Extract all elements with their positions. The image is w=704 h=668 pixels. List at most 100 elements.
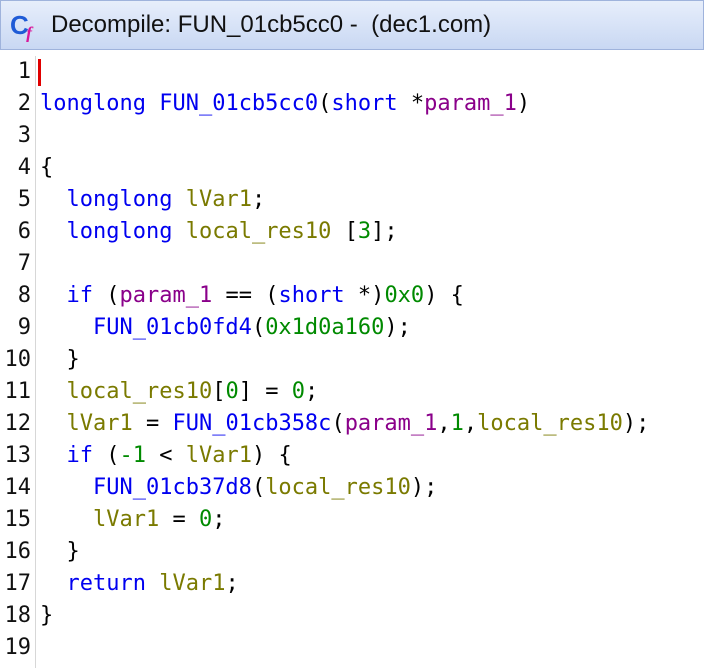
code-token[interactable]: *: [398, 91, 424, 116]
code-token[interactable]: =: [159, 507, 199, 532]
code-line[interactable]: 1: [0, 56, 704, 88]
code-text[interactable]: local_res10[0] = 0;: [40, 376, 319, 408]
code-token[interactable]: [: [212, 379, 225, 404]
code-token[interactable]: param_1: [120, 283, 213, 308]
code-text[interactable]: longlong lVar1;: [40, 184, 266, 216]
code-token[interactable]: ): [517, 91, 530, 116]
code-token[interactable]: (: [252, 315, 265, 340]
code-line[interactable]: 18}: [0, 600, 704, 632]
code-token[interactable]: 0: [292, 379, 305, 404]
code-token[interactable]: [172, 219, 185, 244]
code-text[interactable]: {: [40, 152, 53, 184]
code-text[interactable]: if (param_1 == (short *)0x0) {: [40, 280, 464, 312]
code-token[interactable]: }: [40, 539, 79, 564]
code-token[interactable]: }: [40, 347, 79, 372]
code-token[interactable]: [40, 283, 67, 308]
code-token[interactable]: short: [331, 91, 397, 116]
code-line[interactable]: 19: [0, 632, 704, 664]
code-token[interactable]: [40, 571, 67, 596]
code-line[interactable]: 15 lVar1 = 0;: [0, 504, 704, 536]
code-text[interactable]: lVar1 = 0;: [40, 504, 225, 536]
code-token[interactable]: short: [278, 283, 344, 308]
code-token[interactable]: ;: [305, 379, 318, 404]
code-token[interactable]: (: [318, 91, 331, 116]
code-token[interactable]: ;: [212, 507, 225, 532]
code-token[interactable]: [172, 187, 185, 212]
code-token[interactable]: <: [146, 443, 186, 468]
code-token[interactable]: longlong: [40, 91, 146, 116]
code-token[interactable]: param_1: [345, 411, 438, 436]
code-token[interactable]: FUN_01cb5cc0: [159, 91, 318, 116]
code-text[interactable]: lVar1 = FUN_01cb358c(param_1,1,local_res…: [40, 408, 650, 440]
code-token[interactable]: 3: [358, 219, 371, 244]
code-line[interactable]: 4{: [0, 152, 704, 184]
code-text[interactable]: }: [40, 600, 53, 632]
code-text[interactable]: if (-1 < lVar1) {: [40, 440, 292, 472]
code-token[interactable]: lVar1: [67, 411, 133, 436]
code-token[interactable]: [40, 187, 67, 212]
code-token[interactable]: ;: [252, 187, 265, 212]
code-token[interactable]: [40, 315, 93, 340]
code-token[interactable]: lVar1: [159, 571, 225, 596]
code-token[interactable]: [40, 507, 93, 532]
code-text[interactable]: longlong local_res10 [3];: [40, 216, 398, 248]
code-token[interactable]: ] =: [239, 379, 292, 404]
code-line[interactable]: 5 longlong lVar1;: [0, 184, 704, 216]
code-token[interactable]: local_res10: [186, 219, 332, 244]
code-token[interactable]: == (: [212, 283, 278, 308]
code-token[interactable]: =: [133, 411, 173, 436]
code-line[interactable]: 7: [0, 248, 704, 280]
code-line[interactable]: 13 if (-1 < lVar1) {: [0, 440, 704, 472]
code-token[interactable]: *): [345, 283, 385, 308]
code-text[interactable]: FUN_01cb0fd4(0x1d0a160);: [40, 312, 411, 344]
code-line[interactable]: 12 lVar1 = FUN_01cb358c(param_1,1,local_…: [0, 408, 704, 440]
code-token[interactable]: (: [331, 411, 344, 436]
code-token[interactable]: [40, 219, 67, 244]
code-line[interactable]: 9 FUN_01cb0fd4(0x1d0a160);: [0, 312, 704, 344]
code-text[interactable]: }: [40, 536, 79, 568]
code-line[interactable]: 2 longlong FUN_01cb5cc0(short *param_1): [0, 88, 704, 120]
code-text[interactable]: return lVar1;: [40, 568, 239, 600]
code-token[interactable]: 0: [225, 379, 238, 404]
code-token[interactable]: longlong: [67, 187, 173, 212]
code-token[interactable]: longlong: [67, 219, 173, 244]
code-token[interactable]: param_1: [424, 91, 517, 116]
code-token[interactable]: return: [67, 571, 146, 596]
code-line[interactable]: 8 if (param_1 == (short *)0x0) {: [0, 280, 704, 312]
code-token[interactable]: ,: [464, 411, 477, 436]
code-line[interactable]: 16 }: [0, 536, 704, 568]
code-token[interactable]: if: [67, 283, 94, 308]
code-text[interactable]: FUN_01cb37d8(local_res10);: [40, 472, 437, 504]
code-token[interactable]: (: [252, 475, 265, 500]
code-line[interactable]: 10 }: [0, 344, 704, 376]
window-titlebar[interactable]: C f Decompile: FUN_01cb5cc0 - (dec1.com): [0, 0, 704, 50]
code-token[interactable]: local_res10: [67, 379, 213, 404]
code-token[interactable]: );: [384, 315, 411, 340]
code-token[interactable]: [40, 411, 67, 436]
code-token[interactable]: 1: [451, 411, 464, 436]
code-token[interactable]: [40, 443, 67, 468]
code-token[interactable]: [146, 571, 159, 596]
code-token[interactable]: ;: [225, 571, 238, 596]
code-token[interactable]: FUN_01cb37d8: [93, 475, 252, 500]
code-token[interactable]: if: [67, 443, 94, 468]
code-token[interactable]: (: [93, 443, 119, 468]
code-token[interactable]: lVar1: [93, 507, 159, 532]
code-token[interactable]: [40, 475, 93, 500]
code-token[interactable]: ) {: [424, 283, 464, 308]
code-line[interactable]: 17 return lVar1;: [0, 568, 704, 600]
code-token[interactable]: );: [411, 475, 438, 500]
code-token[interactable]: );: [623, 411, 650, 436]
code-line[interactable]: 11 local_res10[0] = 0;: [0, 376, 704, 408]
code-token[interactable]: local_res10: [477, 411, 623, 436]
code-token[interactable]: -1: [120, 443, 147, 468]
code-token[interactable]: local_res10: [265, 475, 411, 500]
code-token[interactable]: (: [93, 283, 119, 308]
code-token[interactable]: }: [40, 603, 53, 628]
code-text[interactable]: longlong FUN_01cb5cc0(short *param_1): [40, 88, 530, 120]
decompiler-code-view[interactable]: 1 2 longlong FUN_01cb5cc0(short *param_1) 3…: [0, 56, 704, 668]
code-token[interactable]: 0x0: [384, 283, 424, 308]
code-token[interactable]: [146, 91, 159, 116]
code-token[interactable]: [: [331, 219, 358, 244]
code-text[interactable]: }: [40, 344, 79, 376]
